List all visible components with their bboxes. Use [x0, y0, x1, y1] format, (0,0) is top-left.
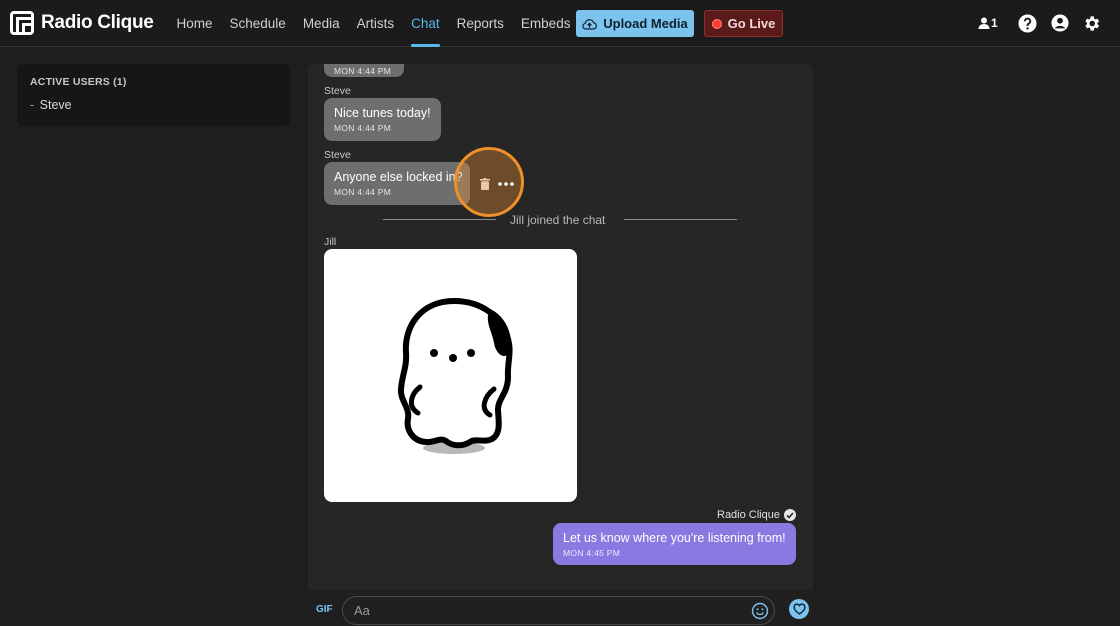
emoji-icon[interactable] — [751, 602, 769, 620]
help-icon — [1018, 13, 1037, 33]
divider-line-right — [624, 219, 737, 220]
chat-message-bubble[interactable]: Nice tunes today! MON 4:44 PM — [324, 98, 441, 141]
brand-name: Radio Clique — [41, 12, 154, 33]
upload-media-button[interactable]: Upload Media — [576, 10, 694, 37]
own-message-bubble[interactable]: Let us know where you're listening from!… — [553, 523, 796, 565]
active-users-panel: ACTIVE USERS (1) - Steve — [17, 64, 290, 126]
listener-count-indicator[interactable]: 1 — [978, 13, 998, 33]
verified-check-icon — [783, 509, 796, 521]
own-message-text: Let us know where you're listening from! — [563, 531, 786, 545]
nav-artists[interactable]: Artists — [348, 0, 403, 47]
nav-embeds[interactable]: Embeds — [512, 0, 579, 47]
message-input[interactable] — [343, 597, 743, 624]
radio-clique-logo-icon — [10, 11, 34, 35]
brand-logo[interactable]: Radio Clique — [10, 11, 154, 35]
message-sender: Steve — [324, 85, 351, 97]
message-text: Nice tunes today! — [334, 106, 431, 120]
go-live-label: Go Live — [727, 16, 776, 31]
own-message-time: MON 4:45 PM — [563, 548, 621, 558]
message-composer: GIF — [308, 590, 813, 626]
more-options-icon[interactable] — [498, 182, 514, 186]
divider-line-left — [383, 219, 496, 220]
nav-media[interactable]: Media — [294, 0, 348, 47]
live-record-icon — [711, 18, 722, 29]
message-actions — [470, 172, 522, 196]
listener-icon — [978, 17, 990, 29]
nav-home[interactable]: Home — [168, 0, 221, 47]
cloud-upload-icon — [582, 18, 598, 30]
message-text: Anyone else locked in? — [334, 170, 463, 184]
top-navigation-bar: Radio Clique Home Schedule Media Artists… — [0, 0, 1120, 47]
account-button[interactable] — [1051, 13, 1069, 33]
own-message-sender: Radio Clique — [717, 509, 796, 521]
main-nav: Home Schedule Media Artists Chat Reports… — [168, 0, 579, 47]
chat-message-bubble-hovered[interactable]: Anyone else locked in? MON 4:44 PM — [324, 162, 470, 205]
ghost-sticker-image — [397, 298, 513, 454]
message-time: MON 4:44 PM — [334, 66, 392, 76]
message-time: MON 4:44 PM — [334, 123, 392, 133]
chat-message-bubble[interactable]: MON 4:44 PM — [324, 64, 404, 77]
chat-panel: MON 4:44 PM Steve Nice tunes today! MON … — [308, 64, 813, 626]
help-button[interactable] — [1018, 13, 1037, 33]
user-status-dot: - — [30, 98, 35, 112]
active-users-title: ACTIVE USERS (1) — [30, 76, 127, 88]
nav-reports[interactable]: Reports — [448, 0, 512, 47]
message-sender: Steve — [324, 149, 351, 161]
active-user-item[interactable]: - Steve — [30, 98, 277, 112]
message-time: MON 4:44 PM — [334, 187, 392, 197]
trash-icon[interactable] — [480, 178, 490, 190]
listener-count: 1 — [991, 16, 998, 30]
own-sender-name: Radio Clique — [717, 509, 780, 521]
nav-chat[interactable]: Chat — [403, 0, 449, 47]
active-user-name: Steve — [39, 98, 72, 112]
account-icon — [1051, 14, 1069, 32]
system-event-text: Jill joined the chat — [510, 213, 606, 227]
message-input-wrapper — [342, 596, 775, 625]
image-message[interactable] — [324, 249, 577, 502]
upload-media-label: Upload Media — [603, 16, 688, 31]
heart-icon — [792, 603, 806, 615]
nav-schedule[interactable]: Schedule — [221, 0, 294, 47]
settings-button[interactable] — [1082, 13, 1101, 33]
send-heart-button[interactable] — [789, 599, 809, 619]
go-live-button[interactable]: Go Live — [704, 10, 783, 37]
gif-button[interactable]: GIF — [316, 604, 333, 615]
settings-icon — [1085, 15, 1100, 31]
message-sender: Jill — [324, 236, 337, 248]
